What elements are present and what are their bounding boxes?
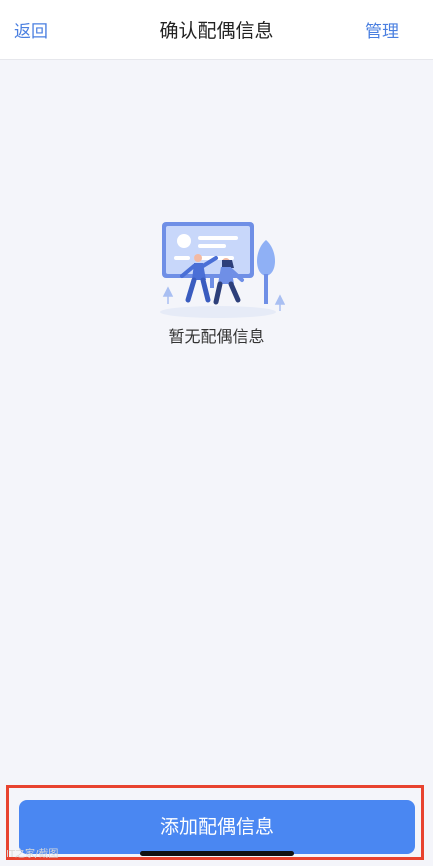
home-indicator bbox=[140, 851, 294, 856]
watermark: IT之家/截图 bbox=[6, 849, 59, 860]
empty-state-illustration-icon bbox=[160, 222, 285, 318]
manage-button[interactable]: 管理 bbox=[365, 20, 399, 44]
add-spouse-button[interactable]: 添加配偶信息 bbox=[19, 800, 415, 854]
empty-state-message: 暂无配偶信息 bbox=[168, 327, 265, 346]
navigation-bar: 返回 确认配偶信息 管理 bbox=[0, 0, 433, 60]
